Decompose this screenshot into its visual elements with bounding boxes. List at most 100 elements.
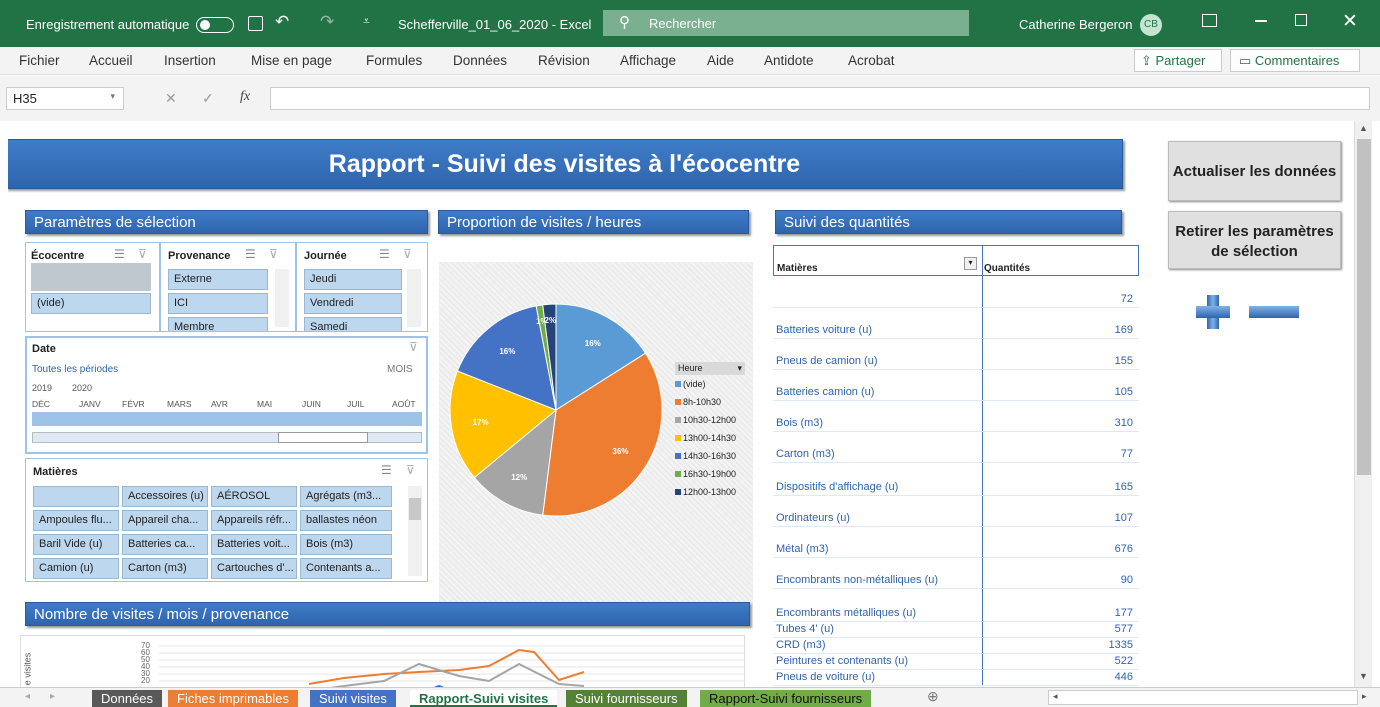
sheet-tab[interactable]: Rapport-Suivi fournisseurs <box>700 690 872 707</box>
slicer-item[interactable]: Externe <box>168 269 268 290</box>
close-icon[interactable]: ✕ <box>1342 10 1358 33</box>
slicer-item[interactable]: Batteries ca... <box>122 534 208 555</box>
table-row: Batteries voiture (u) 169 <box>773 324 1139 339</box>
slicer-item[interactable]: Ampoules flu... <box>33 510 119 531</box>
scroll-up-icon[interactable]: ▲ <box>1359 123 1368 133</box>
ribbon-display-icon[interactable] <box>1202 14 1217 27</box>
legend-item[interactable]: 8h-10h30 <box>675 393 750 411</box>
sheet-tab[interactable]: Suivi visites <box>310 690 396 707</box>
slicer-item[interactable]: Contenants a... <box>300 558 392 579</box>
scroll-down-icon[interactable]: ▼ <box>1359 671 1368 681</box>
slicer-item[interactable]: Accessoires (u) <box>122 486 208 507</box>
zoom-out-icon[interactable] <box>1249 306 1299 318</box>
slicer-item[interactable]: AÉROSOL <box>211 486 297 507</box>
slicer-item[interactable]: Bois (m3) <box>300 534 392 555</box>
refresh-data-button[interactable]: Actualiser les données <box>1168 141 1341 201</box>
filter-dropdown-icon[interactable]: ▾ <box>964 257 977 270</box>
save-icon[interactable] <box>248 16 263 31</box>
tab-mise-en-page[interactable]: Mise en page <box>251 53 332 68</box>
clear-selection-button[interactable]: Retirer les paramètres de sélection <box>1168 211 1341 269</box>
tab-acrobat[interactable]: Acrobat <box>848 53 895 68</box>
scrollbar[interactable] <box>408 486 422 576</box>
legend-item[interactable]: 14h30-16h30 <box>675 447 750 465</box>
slicer-item[interactable]: ICI <box>168 293 268 314</box>
tab-affichage[interactable]: Affichage <box>620 53 676 68</box>
multi-select-icon[interactable]: ☰ <box>381 463 392 477</box>
comments-button[interactable]: ▭ Commentaires <box>1230 49 1360 72</box>
slicer-item[interactable]: (vide) <box>31 293 151 314</box>
sheet-tab-bar: ◂ ▸ Données Fiches imprimables Suivi visit… <box>0 687 1380 707</box>
add-sheet-icon[interactable]: ⊕ <box>927 688 939 705</box>
slicer-item[interactable]: ballastes néon <box>300 510 392 531</box>
clear-filter-icon[interactable]: ⊽ <box>409 340 418 354</box>
enter-icon[interactable]: ✓ <box>202 90 214 107</box>
slicer-item[interactable]: Appareil cha... <box>122 510 208 531</box>
scroll-left-icon[interactable]: ◂ <box>1053 691 1058 702</box>
minimize-icon[interactable] <box>1255 20 1267 22</box>
slicer-item[interactable]: Appareils réfr... <box>211 510 297 531</box>
multi-select-icon[interactable]: ☰ <box>245 247 256 261</box>
tab-accueil[interactable]: Accueil <box>89 53 133 68</box>
tab-fichier[interactable]: Fichier <box>19 53 60 68</box>
clear-filter-icon[interactable]: ⊽ <box>138 247 147 261</box>
scrollbar[interactable] <box>407 269 421 327</box>
tab-formules[interactable]: Formules <box>366 53 422 68</box>
clear-filter-icon[interactable]: ⊽ <box>406 463 415 477</box>
restore-icon[interactable] <box>1295 14 1307 26</box>
timeline-bar[interactable] <box>32 412 422 426</box>
sheet-tab[interactable]: Rapport-Suivi visites <box>410 690 558 707</box>
name-box[interactable]: H35 ▾ <box>6 87 124 110</box>
table-row: 72 <box>773 293 1139 308</box>
legend-item[interactable]: 13h00-14h30 <box>675 429 750 447</box>
next-sheet-icon[interactable]: ▸ <box>50 691 55 702</box>
horizontal-scrollbar[interactable]: ◂ <box>1048 690 1358 705</box>
timeline-scrollbar[interactable] <box>32 432 422 443</box>
customize-toolbar-icon[interactable]: ⩡ <box>363 14 370 29</box>
multi-select-icon[interactable]: ☰ <box>379 247 390 261</box>
undo-icon[interactable]: ↶ <box>275 12 289 32</box>
avatar[interactable]: CB <box>1140 14 1162 36</box>
slicer-item[interactable]: Agrégats (m3... <box>300 486 392 507</box>
legend-title[interactable]: Heure ▾ <box>675 362 745 375</box>
legend-item[interactable]: 12h00-13h00 <box>675 483 750 501</box>
redo-icon[interactable]: ↷ <box>320 12 334 32</box>
tab-insertion[interactable]: Insertion <box>164 53 216 68</box>
multi-select-icon[interactable]: ☰ <box>114 247 125 261</box>
slicer-item[interactable]: Baril Vide (u) <box>33 534 119 555</box>
slicer-item[interactable]: Jeudi <box>304 269 402 290</box>
share-button[interactable]: ⇪ Partager <box>1134 49 1222 72</box>
timeline-unit[interactable]: MOIS <box>387 364 413 375</box>
slicer-item[interactable]: Batteries voit... <box>211 534 297 555</box>
slicer-item[interactable]: Cartouches d'... <box>211 558 297 579</box>
clear-filter-icon[interactable]: ⊽ <box>403 247 412 261</box>
legend-item[interactable]: (vide) <box>675 375 750 393</box>
slicer-item[interactable]: Samedi <box>304 317 402 331</box>
sheet-tab[interactable]: Suivi fournisseurs <box>566 690 687 707</box>
autosave-toggle[interactable] <box>196 17 234 33</box>
prev-sheet-icon[interactable]: ◂ <box>25 691 30 702</box>
tab-aide[interactable]: Aide <box>707 53 734 68</box>
cancel-icon[interactable]: ✕ <box>165 90 177 107</box>
scroll-thumb[interactable] <box>1357 139 1371 475</box>
scroll-right-icon[interactable]: ▸ <box>1362 691 1367 702</box>
vertical-scrollbar[interactable]: ▲ ▼ <box>1354 121 1372 687</box>
tab-antidote[interactable]: Antidote <box>764 53 814 68</box>
legend-item[interactable]: 16h30-19h00 <box>675 465 750 483</box>
tab-revision[interactable]: Révision <box>538 53 590 68</box>
user-name[interactable]: Catherine Bergeron <box>1019 17 1132 32</box>
function-icon[interactable]: fx <box>240 89 250 105</box>
slicer-item[interactable] <box>33 486 119 507</box>
zoom-in-icon[interactable] <box>1196 295 1230 329</box>
slicer-item[interactable]: Camion (u) <box>33 558 119 579</box>
slicer-item[interactable]: Carton (m3) <box>122 558 208 579</box>
clear-filter-icon[interactable]: ⊽ <box>269 247 278 261</box>
legend-item[interactable]: 10h30-12h00 <box>675 411 750 429</box>
tab-donnees[interactable]: Données <box>453 53 507 68</box>
formula-input[interactable] <box>270 87 1370 110</box>
scrollbar[interactable] <box>275 269 289 327</box>
sheet-tab[interactable]: Données <box>92 690 163 707</box>
slicer-item[interactable]: Membre <box>168 317 268 331</box>
search-box[interactable]: ⚲ Rechercher <box>603 10 969 36</box>
slicer-item[interactable]: Vendredi <box>304 293 402 314</box>
sheet-tab[interactable]: Fiches imprimables <box>168 690 298 707</box>
